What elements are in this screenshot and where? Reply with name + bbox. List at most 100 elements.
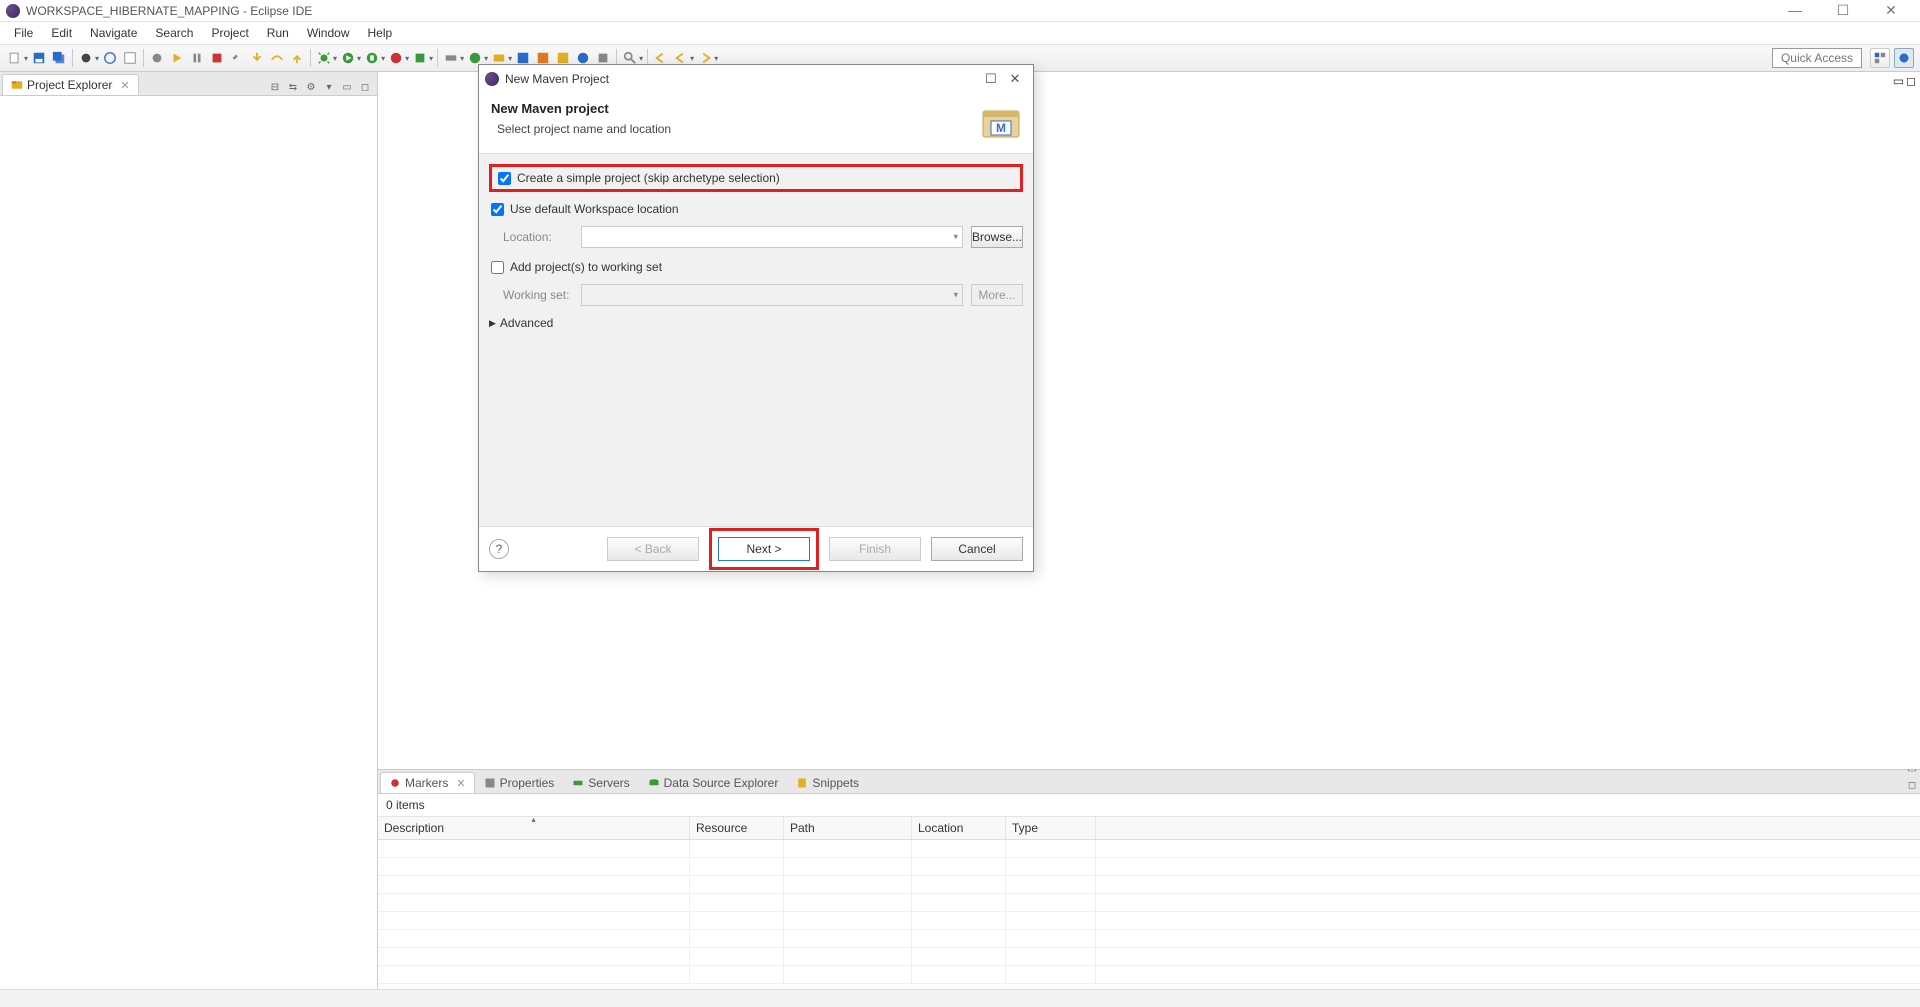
next-button[interactable]: Next > [718,537,810,561]
sort-indicator-icon: ▴ [531,817,535,824]
skip-breakpoints-button[interactable] [148,49,166,67]
menu-navigate[interactable]: Navigate [82,24,145,42]
menu-window[interactable]: Window [299,24,358,42]
help-button[interactable]: ? [489,539,509,559]
menu-run[interactable]: Run [259,24,297,42]
markers-tab-label: Markers [405,776,448,790]
col-location[interactable]: Location [912,817,1006,839]
menu-project[interactable]: Project [203,24,256,42]
link-editor-button[interactable]: ⇆ [285,79,301,95]
new-button[interactable] [6,49,24,67]
minimize-view-button[interactable]: ▭ [339,79,355,95]
dialog-title: New Maven Project [505,72,979,86]
debug-button[interactable] [315,49,333,67]
window-maximize-button[interactable]: ☐ [1828,2,1858,19]
project-explorer-tree[interactable] [0,96,377,989]
maven-icon: M [981,105,1021,141]
table-row [378,912,1920,930]
browse-button[interactable]: Browse... [971,226,1023,248]
window-minimize-button[interactable]: — [1780,2,1810,19]
save-button[interactable] [30,49,48,67]
dse-tab[interactable]: Data Source Explorer [639,772,788,793]
working-set-combo: ▾ [581,284,963,306]
table-row [378,876,1920,894]
close-icon[interactable]: ✕ [120,79,129,92]
snippets-tab[interactable]: Snippets [787,772,868,793]
editor-minimize-button[interactable]: ▭ [1893,74,1904,88]
step-into-button[interactable] [248,49,266,67]
dialog-titlebar[interactable]: New Maven Project ☐ ✕ [479,65,1033,93]
chevron-down-icon: ▾ [953,232,958,243]
back-button[interactable]: < Back [607,537,699,561]
cancel-button[interactable]: Cancel [931,537,1023,561]
eclipse-icon [485,72,499,86]
create-simple-project-row: Create a simple project (skip archetype … [489,164,1023,192]
disconnect-button[interactable] [228,49,246,67]
external-tools-button[interactable] [411,49,429,67]
quick-access-field[interactable]: Quick Access [1772,48,1862,68]
col-path[interactable]: Path [784,817,912,839]
javaee-perspective-button[interactable] [1894,48,1914,68]
open-type-button[interactable] [121,49,139,67]
table-row [378,858,1920,876]
working-set-label: Working set: [503,288,573,302]
close-icon[interactable]: ✕ [456,777,465,790]
terminate-button[interactable] [208,49,226,67]
run-last-button[interactable] [387,49,405,67]
add-working-set-checkbox[interactable] [491,261,504,274]
properties-tab[interactable]: Properties [475,772,564,793]
web-browser-button[interactable] [101,49,119,67]
package-button[interactable] [77,49,95,67]
window-title: WORKSPACE_HIBERNATE_MAPPING - Eclipse ID… [26,4,1780,18]
step-return-button[interactable] [288,49,306,67]
advanced-label: Advanced [500,316,553,330]
menu-edit[interactable]: Edit [43,24,80,42]
servers-tab[interactable]: Servers [563,772,638,793]
run-button[interactable] [339,49,357,67]
project-explorer-tab[interactable]: Project Explorer ✕ [2,74,139,95]
suspend-button[interactable] [188,49,206,67]
window-close-button[interactable]: ✕ [1876,2,1906,19]
svg-text:M: M [996,121,1006,135]
statusbar [0,989,1920,1007]
maximize-bottom-button[interactable]: ◻ [1904,777,1920,793]
dse-tab-label: Data Source Explorer [664,776,779,790]
menubar: File Edit Navigate Search Project Run Wi… [0,22,1920,44]
resume-button[interactable] [168,49,186,67]
eclipse-icon [6,4,20,18]
location-label: Location: [503,230,573,244]
save-all-button[interactable] [50,49,68,67]
table-row [378,948,1920,966]
open-perspective-button[interactable] [1870,48,1890,68]
dialog-maximize-button[interactable]: ☐ [979,71,1003,87]
use-default-location-checkbox[interactable] [491,203,504,216]
table-row [378,840,1920,858]
col-type[interactable]: Type [1006,817,1096,839]
markers-table: Description▴ Resource Path Location Type [378,817,1920,989]
advanced-toggle[interactable]: ▶ Advanced [489,316,1023,330]
markers-tab[interactable]: Markers ✕ [380,772,475,793]
maximize-view-button[interactable]: ◻ [357,79,373,95]
menu-help[interactable]: Help [360,24,401,42]
create-simple-project-checkbox[interactable] [498,172,511,185]
collapse-all-button[interactable]: ⊟ [267,79,283,95]
coverage-button[interactable] [363,49,381,67]
finish-button[interactable]: Finish [829,537,921,561]
menu-search[interactable]: Search [147,24,201,42]
dse-icon [648,777,660,789]
servers-icon [572,777,584,789]
project-explorer-panel: Project Explorer ✕ ⊟ ⇆ ⚙ ▾ ▭ ◻ [0,72,378,989]
new-server-button[interactable] [442,49,460,67]
col-resource[interactable]: Resource [690,817,784,839]
editor-maximize-button[interactable]: ◻ [1906,74,1916,88]
step-over-button[interactable] [268,49,286,67]
dialog-close-button[interactable]: ✕ [1003,71,1027,87]
menu-file[interactable]: File [6,24,41,42]
add-working-set-label: Add project(s) to working set [510,260,662,274]
more-button[interactable]: More... [971,284,1023,306]
filter-button[interactable]: ⚙ [303,79,319,95]
col-description[interactable]: Description▴ [378,817,690,839]
view-menu-button[interactable]: ▾ [321,79,337,95]
table-row [378,966,1920,984]
next-highlight: Next > [709,528,819,570]
